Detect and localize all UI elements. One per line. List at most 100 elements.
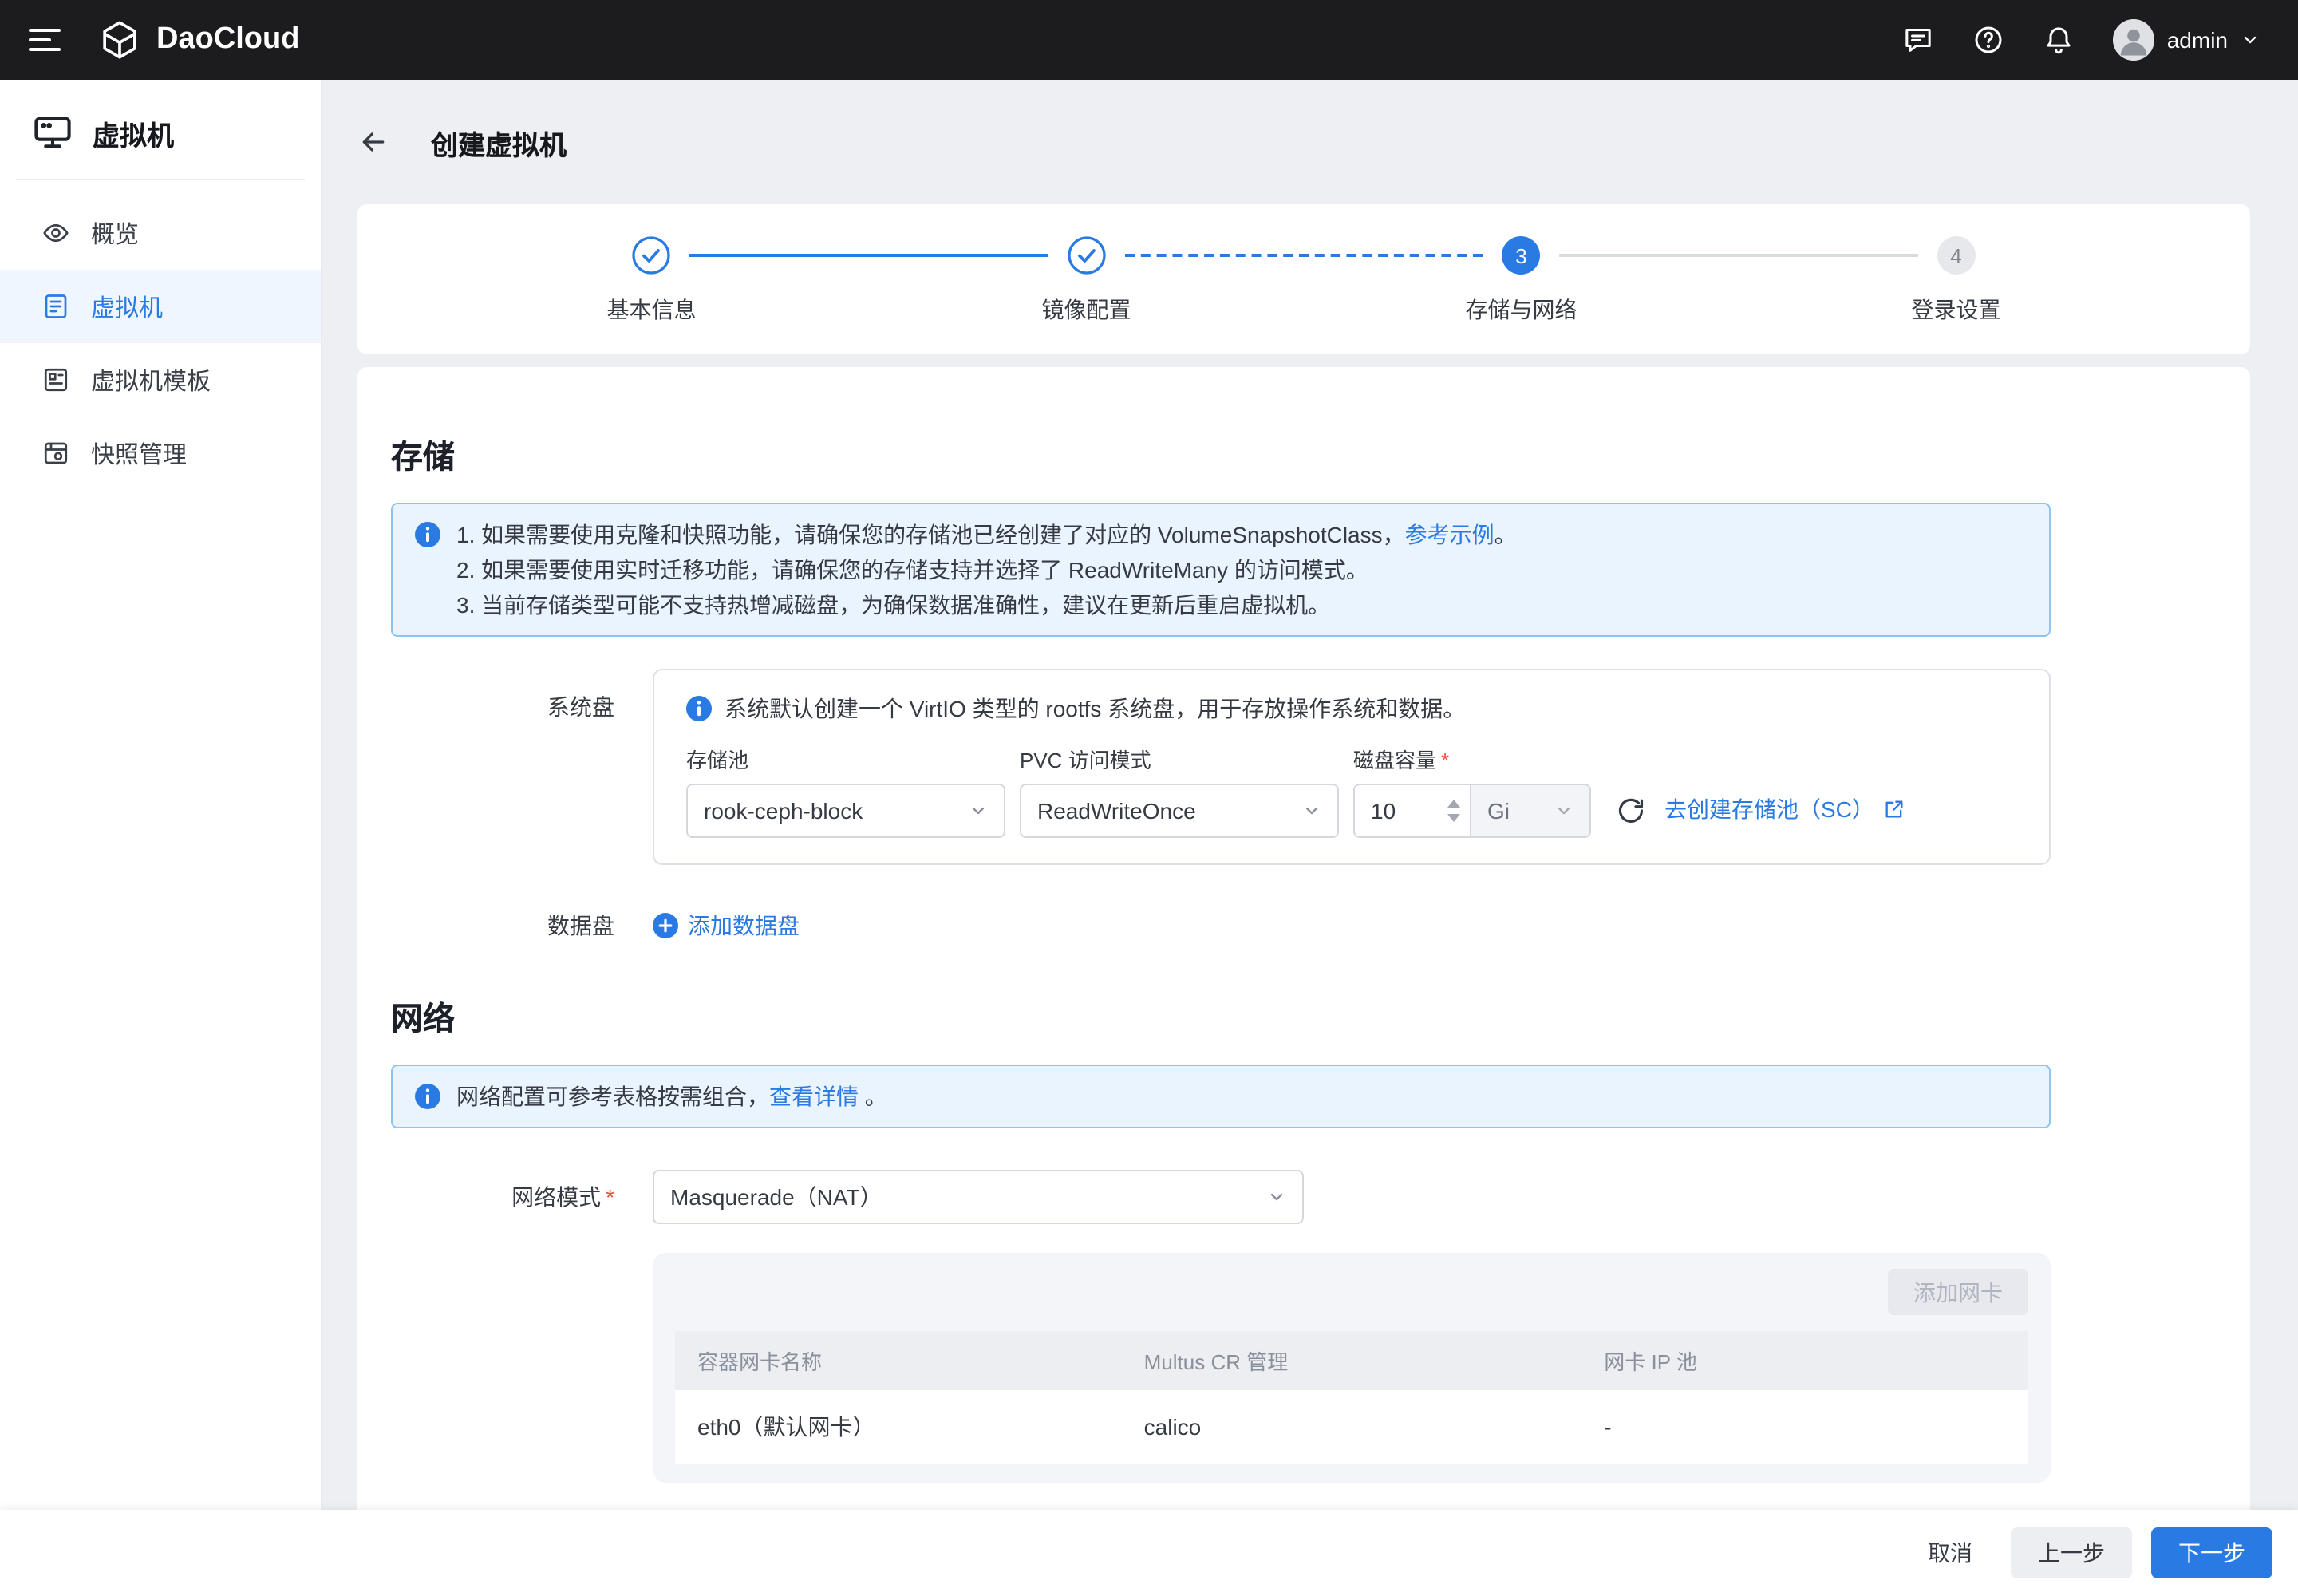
sidebar-item-label: 虚拟机 xyxy=(91,290,163,323)
sidebar-item-label: 虚拟机模板 xyxy=(91,363,211,397)
storage-alert-line-3: 3. 当前存储类型可能不支持热增减磁盘，为确保数据准确性，建议在更新后重启虚拟机… xyxy=(456,587,1517,622)
nic-panel: 添加网卡 容器网卡名称 Multus CR 管理 网卡 IP 池 xyxy=(653,1253,2051,1483)
step-label: 基本信息 xyxy=(607,294,697,326)
notifications-icon[interactable] xyxy=(2043,24,2075,56)
nic-table-header-multus: Multus CR 管理 xyxy=(1122,1331,1582,1390)
capacity-decrease-icon[interactable] xyxy=(1447,814,1460,822)
wizard-footer: 取消 上一步 下一步 xyxy=(0,1510,2298,1596)
nic-table: 容器网卡名称 Multus CR 管理 网卡 IP 池 eth0（默认网卡） c… xyxy=(675,1331,2028,1464)
sidebar-module-header: 虚拟机 xyxy=(0,80,321,179)
nic-table-row: 添加网卡 容器网卡名称 Multus CR 管理 网卡 IP 池 xyxy=(391,1253,2051,1483)
data-disk-row: 数据盘 添加数据盘 xyxy=(391,910,2051,942)
sidebar: 虚拟机 概览 虚拟机 xyxy=(0,80,322,1596)
storage-section-title: 存储 xyxy=(391,431,2051,477)
snapshot-icon xyxy=(41,439,70,468)
page-title: 创建虚拟机 xyxy=(431,122,567,162)
disk-capacity-label: 磁盘容量* xyxy=(1353,744,1591,774)
sidebar-nav: 概览 虚拟机 虚拟机模板 xyxy=(0,196,321,490)
step-basic-info[interactable]: 基本信息 xyxy=(434,236,869,326)
chat-icon[interactable] xyxy=(1902,24,1934,56)
step-check-icon xyxy=(633,236,671,275)
sidebar-item-label: 快照管理 xyxy=(91,437,187,470)
step-connector-dashed xyxy=(1125,254,1483,257)
prev-step-button[interactable]: 上一步 xyxy=(2011,1527,2132,1578)
system-disk-hint: 系统默认创建一个 VirtIO 类型的 rootfs 系统盘，用于存放操作系统和… xyxy=(686,693,2017,725)
app-root: DaoCloud xyxy=(0,0,2298,1596)
topbar: DaoCloud xyxy=(0,0,2298,80)
network-alert: 网络配置可参考表格按需组合，查看详情 。 xyxy=(391,1065,2051,1128)
step-image-config[interactable]: 镜像配置 xyxy=(869,236,1304,326)
username: admin xyxy=(2167,27,2228,53)
view-details-link[interactable]: 查看详情 xyxy=(769,1084,859,1109)
info-icon xyxy=(415,1084,440,1109)
sidebar-item-vm-template[interactable]: 虚拟机模板 xyxy=(0,343,321,417)
step-connector-pending xyxy=(1560,254,1918,257)
chevron-down-icon xyxy=(1554,801,1573,820)
storage-alert-line-2: 2. 如果需要使用实时迁移功能，请确保您的存储支持并选择了 ReadWriteM… xyxy=(456,552,1517,587)
system-disk-row: 系统盘 系统默认创建一个 VirtIO 类型的 rootfs 系统盘，用于存放操… xyxy=(391,669,2051,865)
pvc-access-mode-label: PVC 访问模式 xyxy=(1020,744,1339,774)
storage-alert: 1. 如果需要使用克隆和快照功能，请确保您的存储池已经创建了对应的 Volume… xyxy=(391,503,2051,637)
cancel-button[interactable]: 取消 xyxy=(1918,1537,1982,1569)
info-icon xyxy=(415,522,440,547)
reference-example-link[interactable]: 参考示例 xyxy=(1405,522,1494,547)
user-menu[interactable]: admin xyxy=(2113,19,2260,61)
next-step-button[interactable]: 下一步 xyxy=(2151,1527,2272,1578)
add-data-disk-link[interactable]: 添加数据盘 xyxy=(653,910,800,942)
step-check-icon xyxy=(1068,236,1106,275)
vm-module-icon xyxy=(32,112,73,153)
info-icon xyxy=(686,696,712,721)
nic-table-header-ippool: 网卡 IP 池 xyxy=(1581,1331,2028,1390)
chevron-down-icon xyxy=(969,801,988,820)
step-label: 存储与网络 xyxy=(1466,294,1577,326)
nic-table-header-name: 容器网卡名称 xyxy=(675,1331,1122,1390)
main-content: 创建虚拟机 基本信息 镜像配置 xyxy=(322,80,2298,1510)
create-storage-pool-link[interactable]: 去创建存储池（SC） xyxy=(1664,793,1906,825)
avatar xyxy=(2113,19,2154,61)
help-icon[interactable] xyxy=(1972,24,2004,56)
sidebar-toggle-icon[interactable] xyxy=(29,29,61,51)
network-mode-label: 网络模式* xyxy=(391,1181,614,1213)
external-link-icon xyxy=(1884,798,1906,820)
chevron-down-icon xyxy=(1302,801,1321,820)
plus-circle-icon xyxy=(653,913,678,938)
system-disk-panel: 系统默认创建一个 VirtIO 类型的 rootfs 系统盘，用于存放操作系统和… xyxy=(653,669,2051,865)
capacity-increase-icon[interactable] xyxy=(1447,800,1460,808)
add-nic-button[interactable]: 添加网卡 xyxy=(1888,1269,2028,1315)
storage-alert-line-1: 1. 如果需要使用克隆和快照功能，请确保您的存储池已经创建了对应的 Volume… xyxy=(456,517,1517,552)
wizard-stepper: 基本信息 镜像配置 3 存储与网络 4 登录设置 xyxy=(357,204,2250,354)
disk-capacity-field: 磁盘容量* xyxy=(1353,744,1591,838)
storage-pool-select[interactable]: rook-ceph-block xyxy=(686,784,1005,838)
eye-icon xyxy=(41,219,70,247)
step-storage-network[interactable]: 3 存储与网络 xyxy=(1304,236,1739,326)
capacity-unit-select[interactable]: Gi xyxy=(1471,784,1591,838)
nic-table-header-row: 容器网卡名称 Multus CR 管理 网卡 IP 池 xyxy=(675,1331,2028,1390)
required-asterisk: * xyxy=(606,1184,614,1210)
system-disk-label: 系统盘 xyxy=(391,669,614,723)
required-asterisk: * xyxy=(1441,749,1449,772)
disk-capacity-input-wrap xyxy=(1353,784,1471,838)
sidebar-item-overview[interactable]: 概览 xyxy=(0,196,321,270)
back-button[interactable] xyxy=(357,126,389,158)
pvc-access-mode-select[interactable]: ReadWriteOnce xyxy=(1020,784,1339,838)
network-mode-row: 网络模式* Masquerade（NAT） xyxy=(391,1170,2051,1224)
network-alert-line: 网络配置可参考表格按需组合，查看详情 。 xyxy=(456,1079,887,1114)
nic-table-row-eth0: eth0（默认网卡） calico - xyxy=(675,1390,2028,1464)
daocloud-logo-icon xyxy=(99,19,140,61)
refresh-icon[interactable] xyxy=(1617,796,1645,825)
network-mode-select[interactable]: Masquerade（NAT） xyxy=(653,1170,1304,1224)
sidebar-item-vm[interactable]: 虚拟机 xyxy=(0,270,321,343)
step-label: 镜像配置 xyxy=(1042,294,1131,326)
step-number: 4 xyxy=(1937,236,1976,275)
step-label: 登录设置 xyxy=(1912,294,2001,326)
sidebar-item-snapshot[interactable]: 快照管理 xyxy=(0,417,321,490)
nic-ippool-cell: - xyxy=(1581,1390,2028,1464)
storage-pool-field: 存储池 rook-ceph-block xyxy=(686,744,1005,838)
step-login-settings[interactable]: 4 登录设置 xyxy=(1739,236,2174,326)
template-icon xyxy=(41,365,70,394)
step-connector-done xyxy=(690,254,1048,257)
step-number: 3 xyxy=(1502,236,1541,275)
pvc-access-mode-field: PVC 访问模式 ReadWriteOnce xyxy=(1020,744,1339,838)
brand-logo[interactable]: DaoCloud xyxy=(99,19,299,61)
nic-name-cell: eth0（默认网卡） xyxy=(675,1390,1122,1464)
